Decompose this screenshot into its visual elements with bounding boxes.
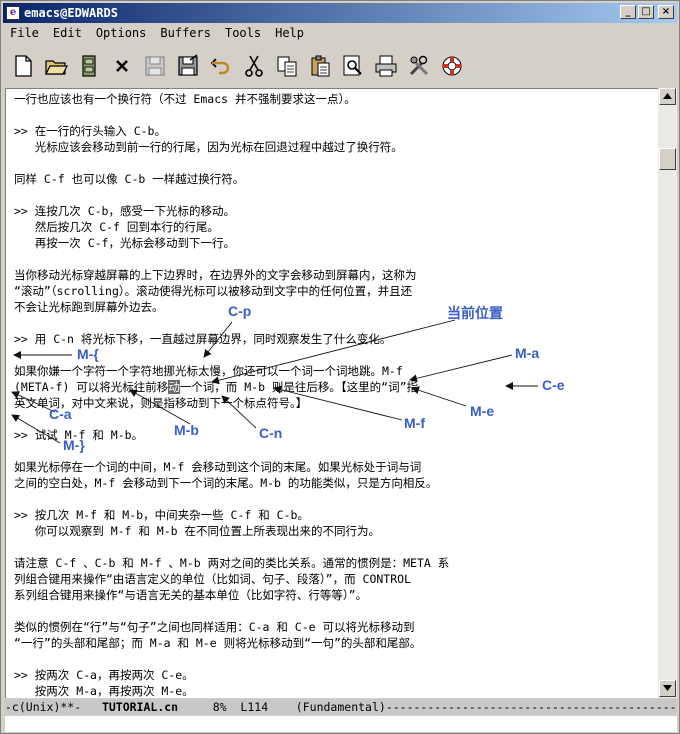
buffer-line: 再按一次 C-f，光标会移动到下一行。	[14, 236, 235, 250]
buffer-line: 不会让光标跑到屏幕外边去。	[14, 300, 164, 314]
buffer-line: >> 按几次 M-f 和 M-b，中间夹杂一些 C-f 和 C-b。	[14, 508, 309, 522]
modeline-buffer-name[interactable]: TUTORIAL.cn	[102, 700, 178, 714]
new-file-icon[interactable]	[11, 54, 35, 78]
menu-file[interactable]: File	[3, 26, 46, 40]
buffer-line: 类似的惯例在“行”与“句子”之间也同样适用：C-a 和 C-e 可以将光标移动到	[14, 620, 415, 634]
menu-buffers[interactable]: Buffers	[153, 26, 218, 40]
menu-edit[interactable]: Edit	[46, 26, 89, 40]
buffer-line: “滚动”（scrolling）。滚动使得光标可以被移动到文字中的任何位置，并且还	[14, 284, 413, 298]
minibuffer[interactable]	[5, 716, 677, 732]
open-folder-icon[interactable]	[44, 54, 68, 78]
cut-icon[interactable]	[242, 54, 266, 78]
buffer-line: 一行也应该也有一个换行符（不过 Emacs 并不强制要求这一点）。	[14, 92, 356, 106]
buffer-line: 系列组合键用来操作“与语言无关的基本单位（比如字符、行等等）”。	[14, 588, 368, 602]
buffer-line: 光标应该会移动到前一行的行尾，因为光标在回退过程中越过了换行符。	[14, 140, 403, 154]
toolbar	[3, 45, 677, 87]
buffer-line: 如果光标停在一个词的中间，M-f 会移动到这个词的末尾。如果光标处于词与词	[14, 460, 422, 474]
window-title: emacs@EDWARDS	[24, 6, 118, 20]
undo-icon[interactable]	[209, 54, 233, 78]
emacs-app-icon: e	[6, 6, 20, 20]
save-disk-icon[interactable]	[143, 54, 167, 78]
menu-options[interactable]: Options	[89, 26, 154, 40]
buffer-line: 按两次 M-a，再按两次 M-e。	[14, 684, 194, 698]
title-bar[interactable]: e emacs@EDWARDS _ □ ×	[3, 3, 677, 23]
menu-help[interactable]: Help	[268, 26, 311, 40]
modeline-position-mode: 8% L114 (Fundamental)-------------------…	[178, 700, 677, 714]
mode-line[interactable]: -c(Unix)**- TUTORIAL.cn 8% L114 (Fundame…	[5, 699, 677, 715]
buffer-line: 列组合键用来操作“由语言定义的单位（比如词、句子、段落）”，而 CONTROL	[14, 572, 411, 586]
scroll-up-button[interactable]	[659, 88, 676, 105]
menu-tools[interactable]: Tools	[218, 26, 268, 40]
save-as-icon[interactable]	[176, 54, 200, 78]
window-controls: _ □ ×	[620, 5, 674, 19]
emacs-window: e emacs@EDWARDS _ □ × File Edit Options …	[0, 0, 680, 734]
buffer-line: >> 按两次 C-a，再按两次 C-e。	[14, 668, 194, 682]
minimize-button[interactable]: _	[620, 5, 636, 19]
buffer-line: 如果你嫌一个字符一个字符地挪光标太慢，你还可以一个词一个词地跳。M-f	[14, 364, 403, 378]
buffer-line: >> 在一行的行头输入 C-b。	[14, 124, 166, 138]
dired-cabinet-icon[interactable]	[77, 54, 101, 78]
modeline-status: -c(Unix)**-	[5, 700, 102, 714]
preferences-icon[interactable]	[407, 54, 431, 78]
scroll-thumb[interactable]	[659, 148, 676, 170]
paste-icon[interactable]	[308, 54, 332, 78]
menu-bar: File Edit Options Buffers Tools Help	[3, 24, 311, 42]
buffer-line: 同样 C-f 也可以像 C-b 一样越过换行符。	[14, 172, 245, 186]
help-lifebuoy-icon[interactable]	[440, 54, 464, 78]
buffer-line: >> 试试 M-f 和 M-b。	[14, 428, 144, 442]
buffer-line: 英文单词，对中文来说，则是指移动到下一个标点符号。】	[14, 396, 308, 410]
editor-buffer[interactable]: 一行也应该也有一个换行符（不过 Emacs 并不强制要求这一点）。 >> 在一行…	[5, 88, 658, 698]
vertical-scrollbar[interactable]	[658, 88, 677, 698]
buffer-line: 然后按几次 C-f 回到本行的行尾。	[14, 220, 219, 234]
buffer-line: >> 用 C-n 将光标下移，一直越过屏幕边界，同时观察发生了什么变化。	[14, 332, 392, 346]
buffer-line: “一行”的头部和尾部；而 M-a 和 M-e 则将光标移动到“一句”的头部和尾部…	[14, 636, 422, 650]
text-cursor: 动	[168, 380, 180, 394]
search-icon[interactable]	[341, 54, 365, 78]
buffer-line: >> 连按几次 C-b，感受一下光标的移动。	[14, 204, 235, 218]
close-button[interactable]: ×	[658, 5, 674, 19]
cursor-line-before: (META-f) 可以将光标往前移	[14, 380, 169, 394]
cursor-line-after: 一个词，而 M-b 则是往后移。【这里的“词”指	[179, 380, 419, 394]
close-buffer-icon[interactable]	[110, 54, 134, 78]
maximize-button[interactable]: □	[638, 5, 654, 19]
arrow-down-icon	[663, 685, 672, 691]
cursor-line: (META-f) 可以将光标往前移动一个词，而 M-b 则是往后移。【这里的“词…	[14, 379, 418, 395]
copy-icon[interactable]	[275, 54, 299, 78]
print-icon[interactable]	[374, 54, 398, 78]
buffer-line: 当你移动光标穿越屏幕的上下边界时，在边界外的文字会移动到屏幕内，这称为	[14, 268, 417, 282]
scroll-down-button[interactable]	[659, 680, 676, 697]
buffer-line: 请注意 C-f 、C-b 和 M-f 、M-b 两对之间的类比关系。通常的惯例是…	[14, 556, 450, 570]
arrow-up-icon	[663, 93, 672, 99]
buffer-line: 你可以观察到 M-f 和 M-b 在不同位置上所表现出来的不同行为。	[14, 524, 381, 538]
buffer-line: 之间的空白处，M-f 会移动到下一个词的末尾。M-b 的功能类似，只是方向相反。	[14, 476, 438, 490]
